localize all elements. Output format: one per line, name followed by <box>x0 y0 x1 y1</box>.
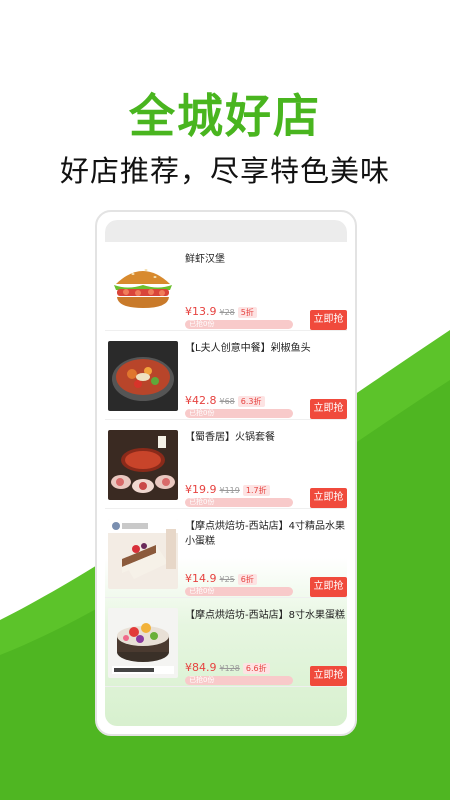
price-row: ¥13.9 ¥28 5折 <box>185 300 257 318</box>
deal-item[interactable]: 【L夫人创意中餐】剁椒鱼头 ¥42.8 ¥68 6.3折 已抢0份 立即抢 <box>105 339 347 420</box>
hotpot-fish-image <box>108 341 178 411</box>
buy-now-button[interactable]: 立即抢 <box>310 577 347 597</box>
price-row: ¥14.9 ¥25 6折 <box>185 567 257 585</box>
price-row: ¥19.9 ¥119 1.7折 <box>185 478 270 496</box>
hero-subtitle: 好店推荐，尽享特色美味 <box>59 154 390 188</box>
deal-name: 鲜虾汉堡 <box>185 254 225 265</box>
original-price: ¥28 <box>219 308 235 317</box>
buy-now-button[interactable]: 立即抢 <box>310 310 347 330</box>
deal-price: ¥42.8 <box>185 394 217 407</box>
discount-badge: 5折 <box>237 307 257 318</box>
deal-name: 【摩点烘焙坊-西站店】8寸水果蛋糕 <box>185 610 345 621</box>
deal-list: 鲜虾汉堡 ¥13.9 ¥28 5折 已抢0份 立即抢 【L夫人创意中餐】剁椒鱼头… <box>105 250 347 695</box>
discount-badge: 6.3折 <box>237 396 265 407</box>
sold-progress: 已抢0份 <box>185 320 293 329</box>
original-price: ¥128 <box>219 664 240 673</box>
sold-progress: 已抢0份 <box>185 587 293 596</box>
deal-price: ¥13.9 <box>185 305 217 318</box>
sold-progress: 已抢0份 <box>185 409 293 418</box>
price-row: ¥84.9 ¥128 6.6折 <box>185 656 270 674</box>
deal-name: 【L夫人创意中餐】剁椒鱼头 <box>185 343 311 354</box>
deal-item[interactable]: 【摩点烘焙坊-西站店】4寸精品水果小蛋糕 ¥14.9 ¥25 6折 已抢0份 立即抢 <box>105 517 347 598</box>
deal-name: 【蜀香居】火锅套餐 <box>185 432 275 443</box>
deal-item[interactable]: 鲜虾汉堡 ¥13.9 ¥28 5折 已抢0份 立即抢 <box>105 250 347 331</box>
small-cake-image <box>108 519 178 589</box>
price-row: ¥42.8 ¥68 6.3折 <box>185 389 265 407</box>
original-price: ¥25 <box>219 575 235 584</box>
discount-badge: 1.7折 <box>242 485 270 496</box>
fruit-cake-image <box>108 608 178 678</box>
original-price: ¥119 <box>219 486 240 495</box>
deal-price: ¥14.9 <box>185 572 217 585</box>
phone-frame: 鲜虾汉堡 ¥13.9 ¥28 5折 已抢0份 立即抢 【L夫人创意中餐】剁椒鱼头… <box>95 210 357 736</box>
buy-now-button[interactable]: 立即抢 <box>310 666 347 686</box>
burger-image <box>108 252 178 322</box>
buy-now-button[interactable]: 立即抢 <box>310 488 347 508</box>
hotpot-set-image <box>108 430 178 500</box>
discount-badge: 6折 <box>237 574 257 585</box>
sold-progress: 已抢0份 <box>185 676 293 685</box>
deal-item[interactable]: 【蜀香居】火锅套餐 ¥19.9 ¥119 1.7折 已抢0份 立即抢 <box>105 428 347 509</box>
original-price: ¥68 <box>219 397 235 406</box>
deal-price: ¥84.9 <box>185 661 217 674</box>
discount-badge: 6.6折 <box>242 663 270 674</box>
phone-screen: 鲜虾汉堡 ¥13.9 ¥28 5折 已抢0份 立即抢 【L夫人创意中餐】剁椒鱼头… <box>105 220 347 726</box>
hero-title: 全城好店 <box>129 89 321 143</box>
deal-name: 【摩点烘焙坊-西站店】4寸精品水果小蛋糕 <box>185 521 345 547</box>
app-top-bar <box>105 220 347 242</box>
buy-now-button[interactable]: 立即抢 <box>310 399 347 419</box>
deal-price: ¥19.9 <box>185 483 217 496</box>
sold-progress: 已抢0份 <box>185 498 293 507</box>
deal-item[interactable]: 【摩点烘焙坊-西站店】8寸水果蛋糕 ¥84.9 ¥128 6.6折 已抢0份 立即抢 <box>105 606 347 687</box>
